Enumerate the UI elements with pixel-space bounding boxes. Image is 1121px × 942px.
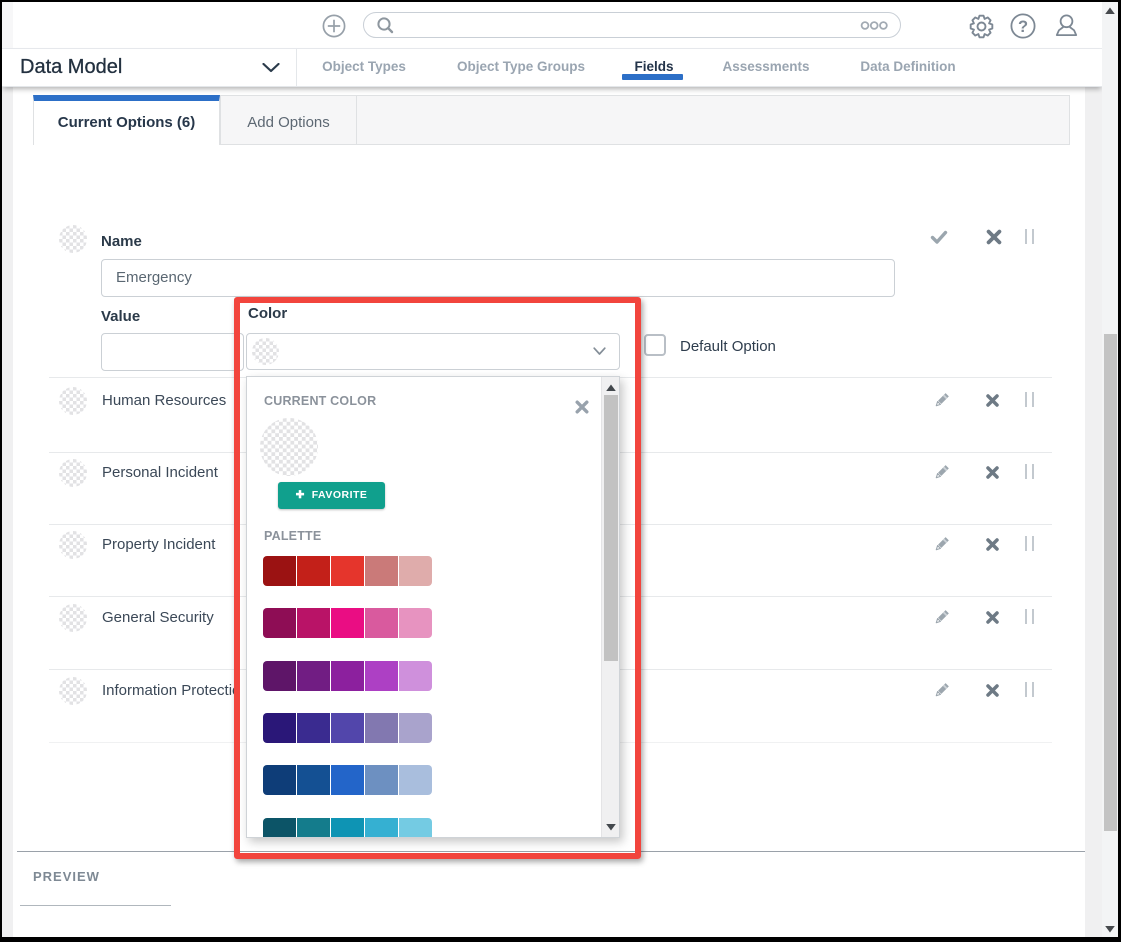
svg-text:?: ? (1018, 18, 1028, 36)
